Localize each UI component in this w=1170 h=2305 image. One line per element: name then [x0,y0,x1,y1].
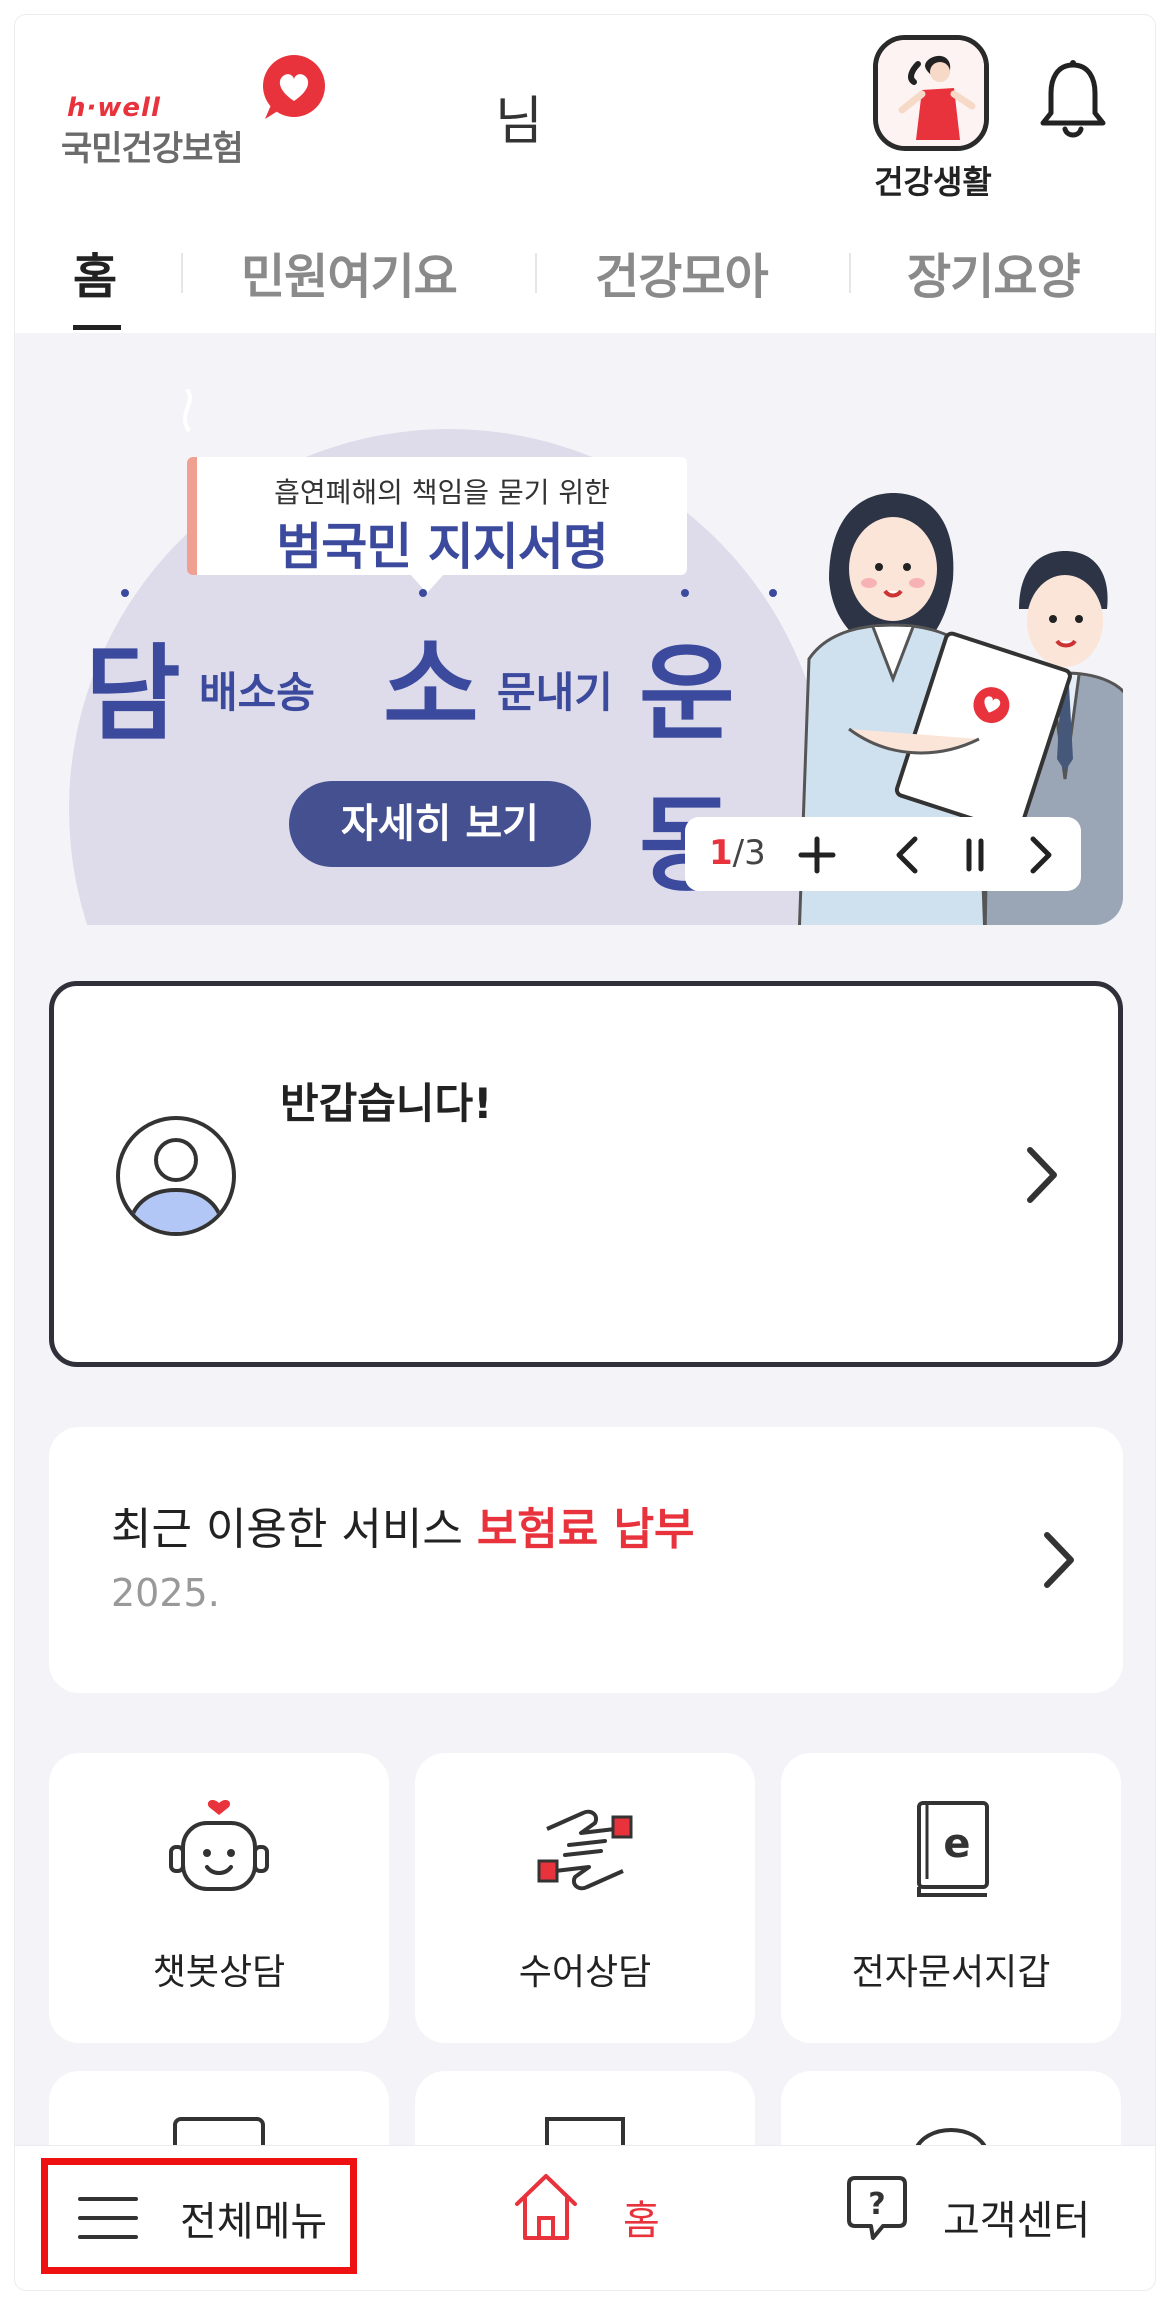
home-nav-button[interactable]: 홈 [511,2168,711,2268]
user-name: 님 [495,92,543,152]
app-frame: h·well 국민건강보험 님 건강생활 홈 민원여기요 건강모아 장기요양 흡… [14,14,1156,2291]
banner-sub-line: 흡연폐해의 책임을 묻기 위한 [274,476,610,509]
emphasis-dot [121,589,129,597]
emphasis-dot [419,589,427,597]
recent-service-card[interactable]: 최근 이용한 서비스 보험료 납부 2025. [49,1427,1123,1693]
emphasis-dot [769,589,777,597]
e-document-icon: e [917,1801,989,1897]
slogan-char: 담 [85,633,181,755]
greeting-text: 반갑습니다! [280,1079,493,1128]
avatar-icon [116,1116,236,1236]
tab-health-collection[interactable]: 건강모아 [595,237,769,307]
total-pages: 3 [744,833,766,873]
emphasis-dot [681,589,689,597]
nhis-logo[interactable]: h·well 국민건강보험 [51,49,331,169]
chevron-right-icon[interactable] [1011,827,1067,883]
service-chatbot[interactable]: 챗봇상담 [49,1753,389,2043]
recent-service-date: 2025. [111,1571,220,1615]
slogan-char: 소 [383,625,479,747]
hamburger-menu-icon [78,2197,138,2239]
banner-page-count: 1/3 [709,833,766,873]
svg-text:e: e [943,1821,970,1867]
tab-divider [849,253,851,293]
tab-home[interactable]: 홈 [73,237,117,307]
banner-detail-button[interactable]: 자세히 보기 [289,781,591,867]
bottom-navigation: 전체메뉴 홈 ? 고객센터 [15,2145,1155,2290]
customer-center-button[interactable]: ? 고객센터 [845,2172,1145,2272]
current-page: 1 [709,833,733,873]
promo-banner[interactable]: 흡연폐해의 책임을 묻기 위한 범국민 지지서명 담 배소송 소 문내기 운동 … [49,389,1123,925]
chatbot-icon [169,1800,269,1891]
sign-language-icon [537,1809,633,1891]
customer-center-label: 고객센터 [943,2198,1091,2244]
svg-text:?: ? [868,2187,885,2222]
banner-pager: 1/3 [685,817,1081,891]
health-life-label: 건강생활 [874,163,992,201]
tab-divider [181,253,183,293]
banner-main-line: 범국민 지지서명 [276,518,608,576]
service-label: 전자문서지갑 [851,1952,1051,1993]
chevron-right-icon[interactable] [1018,1142,1066,1208]
chevron-right-icon[interactable] [1035,1527,1083,1593]
active-tab-indicator [73,325,121,330]
header: h·well 국민건강보험 님 건강생활 홈 민원여기요 건강모아 장기요양 [15,15,1155,333]
service-label: 챗봇상담 [152,1952,286,1993]
main-tabs: 홈 민원여기요 건강모아 장기요양 [15,215,1155,333]
pause-icon[interactable] [947,827,1003,883]
slogan-text: 배소송 [199,668,315,717]
chevron-left-icon[interactable] [881,827,937,883]
page-separator: / [732,833,745,873]
heart-logo-icon [263,55,325,119]
recent-service-label: 최근 이용한 서비스 보험료 납부 [111,1493,695,1557]
recent-label-text: 최근 이용한 서비스 [111,1504,477,1555]
tab-divider [535,253,537,293]
home-icon [515,2174,577,2240]
plus-icon[interactable] [789,827,845,883]
slogan-text: 문내기 [497,668,613,717]
help-chat-icon: ? [847,2176,907,2240]
speech-tail [409,573,445,593]
recent-service-name: 보험료 납부 [476,1504,695,1555]
logo-hwell: h·well [67,93,161,123]
service-e-document-wallet[interactable]: e 전자문서지갑 [781,1753,1121,2043]
all-menu-label: 전체메뉴 [180,2199,328,2245]
logo-text: 국민건강보험 [61,129,244,169]
service-sign-language[interactable]: 수어상담 [415,1753,755,2043]
runner-icon [873,35,989,151]
bell-icon[interactable] [1035,57,1111,143]
tab-long-term-care[interactable]: 장기요양 [907,237,1081,307]
smoke-icon [183,389,192,433]
service-label: 수어상담 [518,1952,652,1993]
profile-card[interactable]: 반갑습니다! [49,981,1123,1367]
home-label: 홈 [623,2198,660,2244]
all-menu-button[interactable]: 전체메뉴 [41,2158,357,2274]
tab-civil-service[interactable]: 민원여기요 [241,237,458,307]
health-life-button[interactable]: 건강생활 [863,35,1003,205]
banner-speech-box: 흡연폐해의 책임을 묻기 위한 범국민 지지서명 [187,457,687,576]
banner-slogan: 담 배소송 소 문내기 운동 [69,589,829,906]
